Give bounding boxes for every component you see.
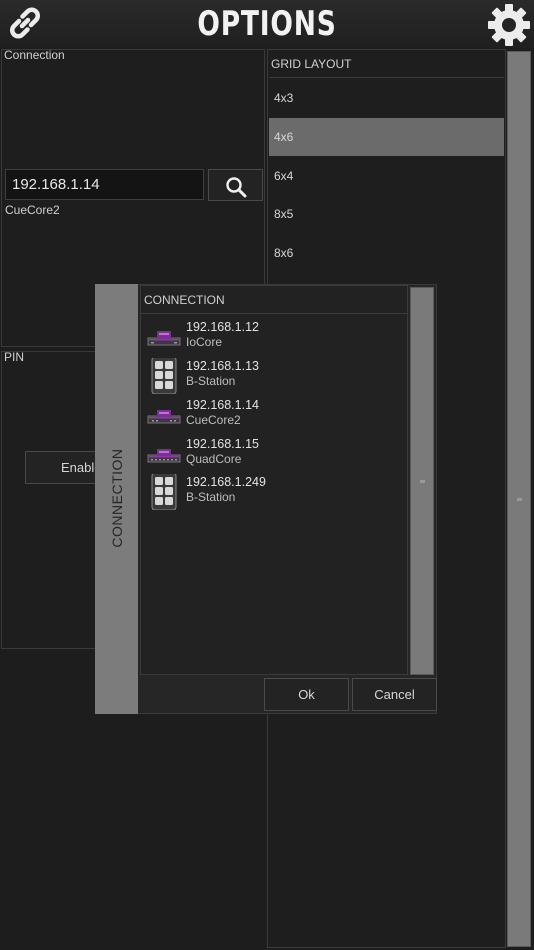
grid-layout-scrollbar[interactable] (507, 51, 531, 947)
device-ip: 192.168.1.15 (186, 437, 259, 451)
ok-button[interactable]: Ok (264, 678, 349, 711)
grid-option-6x4[interactable]: 6x4 (269, 157, 504, 195)
device-list-scrollbar[interactable] (410, 287, 434, 675)
device-row[interactable]: 192.168.1.12 IoCore (141, 317, 407, 355)
b-station-icon (151, 474, 177, 510)
rack-device-icon (147, 331, 181, 346)
device-type: QuadCore (186, 452, 242, 466)
scroll-grip (517, 498, 522, 501)
grid-layout-header: GRID LAYOUT (269, 50, 504, 78)
pin-label: PIN (4, 350, 25, 364)
device-row[interactable]: 192.168.1.249 B-Station (141, 472, 407, 510)
page-title: OPTIONS (197, 4, 337, 44)
rack-device-icon (147, 410, 181, 424)
device-ip: 192.168.1.12 (186, 320, 259, 334)
grid-layout-title: GRID LAYOUT (271, 57, 352, 71)
search-icon (226, 177, 247, 198)
device-ip: 192.168.1.249 (186, 475, 266, 489)
grid-option-8x5[interactable]: 8x5 (269, 195, 504, 233)
device-row[interactable]: 192.168.1.14 CueCore2 (141, 395, 407, 433)
device-row[interactable]: 192.168.1.15 QuadCore (141, 434, 407, 472)
link-icon[interactable] (6, 4, 44, 42)
grid-option-4x3[interactable]: 4x3 (269, 79, 504, 117)
device-ip: 192.168.1.13 (186, 359, 259, 373)
device-type: CueCore2 (186, 413, 241, 427)
connection-label: Connection (4, 48, 65, 62)
device-type: B-Station (186, 490, 236, 504)
header-bar: OPTIONS (0, 0, 534, 48)
device-type: IoCore (186, 335, 223, 349)
gear-icon[interactable] (486, 2, 532, 48)
device-name: CueCore2 (5, 203, 60, 217)
dialog-side-label: CONNECTION (109, 448, 125, 548)
grid-option-4x6[interactable]: 4x6 (269, 118, 504, 156)
search-button[interactable] (208, 169, 263, 201)
device-list-header: CONNECTION (141, 286, 407, 314)
rack-device-icon (147, 449, 181, 463)
scroll-grip (420, 480, 425, 483)
device-type: B-Station (186, 374, 236, 388)
device-row[interactable]: 192.168.1.13 B-Station (141, 356, 407, 394)
device-list-title: CONNECTION (144, 293, 225, 307)
ip-address-input[interactable] (5, 169, 204, 200)
cancel-button[interactable]: Cancel (352, 678, 437, 711)
b-station-icon (151, 358, 177, 394)
device-ip: 192.168.1.14 (186, 398, 259, 412)
grid-option-8x6[interactable]: 8x6 (269, 234, 504, 272)
